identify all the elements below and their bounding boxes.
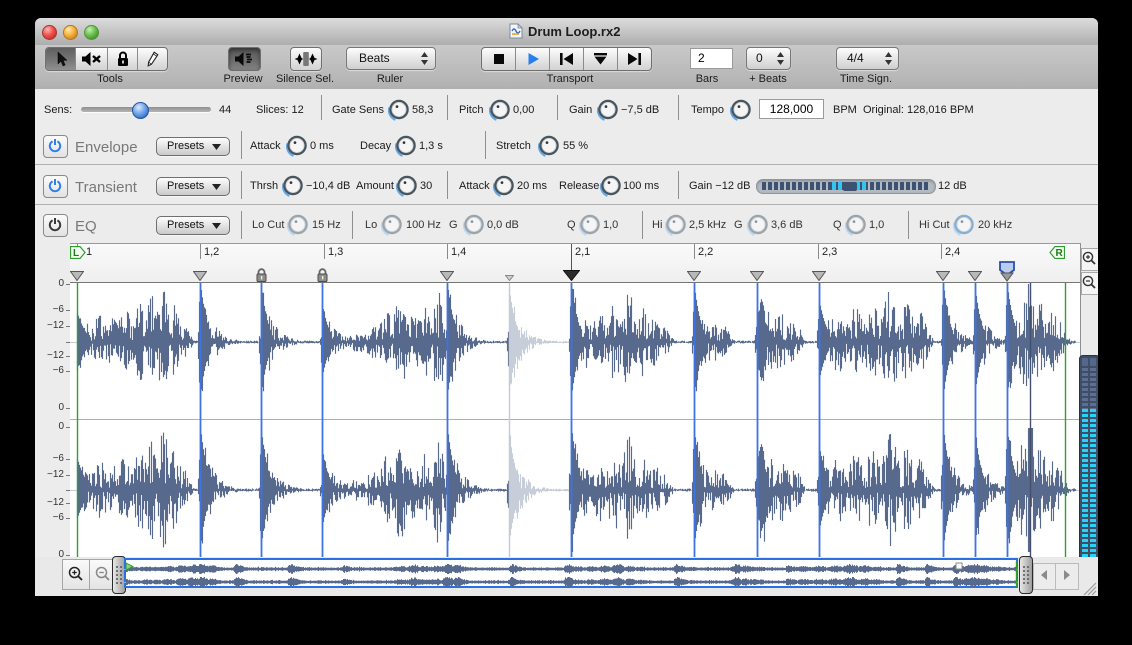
svg-text:R: R xyxy=(1056,248,1064,259)
svg-text:L: L xyxy=(73,248,79,259)
